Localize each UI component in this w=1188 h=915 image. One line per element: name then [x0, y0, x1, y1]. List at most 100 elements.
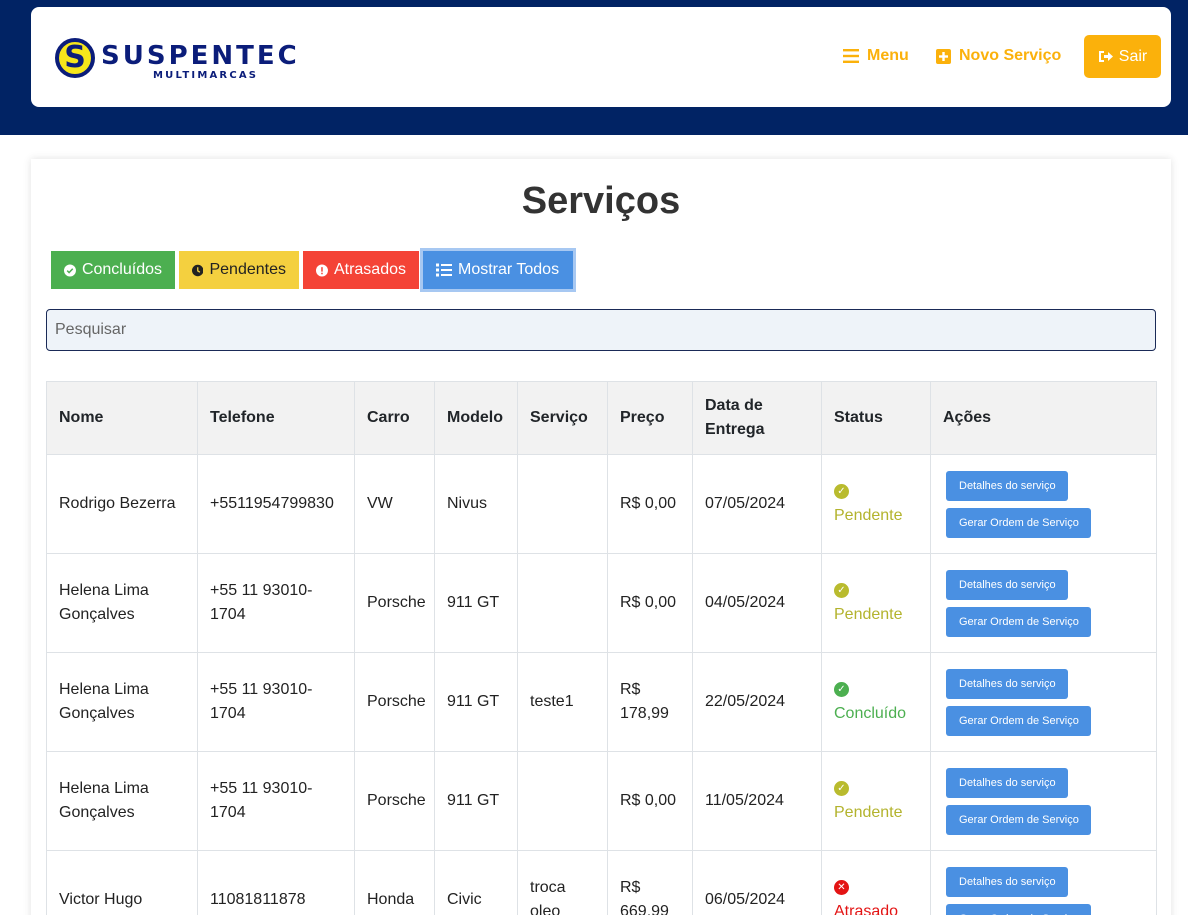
table-row: Helena Lima Gonçalves +55 11 93010-1704 …	[46, 751, 1157, 851]
status-label: Pendente	[834, 606, 903, 623]
header-telefone: Telefone	[197, 381, 355, 455]
cell-acoes: Detalhes do serviço Gerar Ordem de Servi…	[930, 454, 1157, 554]
clock-icon	[192, 264, 204, 276]
header-modelo: Modelo	[434, 381, 518, 455]
service-details-button[interactable]: Detalhes do serviço	[946, 767, 1068, 798]
status-filters: Concluídos Pendentes Atrasados Mostrar T…	[51, 251, 573, 289]
plus-square-icon	[936, 48, 951, 64]
header-nome: Nome	[46, 381, 198, 455]
cell-status: ✓ Pendente	[821, 751, 931, 851]
service-details-button[interactable]: Detalhes do serviço	[946, 569, 1068, 600]
list-icon	[436, 263, 452, 277]
generate-order-button[interactable]: Gerar Ordem de Serviço	[946, 507, 1091, 538]
cell-modelo: Nivus	[434, 454, 518, 554]
cell-modelo: 911 GT	[434, 751, 518, 851]
cell-preco: R$ 178,99	[607, 652, 693, 752]
header-data-entrega: Data de Entrega	[692, 381, 822, 455]
cell-servico	[517, 553, 608, 653]
logout-button[interactable]: Sair	[1084, 35, 1161, 78]
check-circle-icon: ✓	[834, 583, 849, 599]
services-table: Nome Telefone Carro Modelo Serviço Preço…	[46, 381, 1157, 915]
cell-carro: Porsche	[354, 652, 435, 752]
filter-all-label: Mostrar Todos	[458, 261, 560, 278]
check-circle-icon: ✓	[834, 484, 849, 500]
cell-nome: Victor Hugo	[46, 850, 198, 915]
cell-modelo: Civic	[434, 850, 518, 915]
cell-data-entrega: 22/05/2024	[692, 652, 822, 752]
cell-carro: VW	[354, 454, 435, 554]
cell-telefone: 11081811878	[197, 850, 355, 915]
filter-late-label: Atrasados	[333, 261, 406, 278]
filter-all-button[interactable]: Mostrar Todos	[423, 251, 573, 289]
check-circle-icon	[64, 264, 76, 276]
logo-mark: S	[55, 38, 95, 78]
check-circle-icon: ✓	[834, 682, 849, 698]
services-card: Serviços Concluídos Pendentes Atrasados …	[31, 159, 1171, 915]
cell-servico	[517, 454, 608, 554]
cell-servico	[517, 751, 608, 851]
cell-status: ✓ Concluído	[821, 652, 931, 752]
cell-preco: R$ 0,00	[607, 553, 693, 653]
filter-done-label: Concluídos	[81, 261, 162, 278]
table-header-row: Nome Telefone Carro Modelo Serviço Preço…	[46, 381, 1157, 455]
header-servico: Serviço	[517, 381, 608, 455]
cell-nome: Rodrigo Bezerra	[46, 454, 198, 554]
header-preco: Preço	[607, 381, 693, 455]
x-circle-icon: ✕	[834, 880, 849, 896]
table-row: Rodrigo Bezerra +5511954799830 VW Nivus …	[46, 454, 1157, 554]
service-details-button[interactable]: Detalhes do serviço	[946, 470, 1068, 501]
cell-data-entrega: 11/05/2024	[692, 751, 822, 851]
generate-order-button[interactable]: Gerar Ordem de Serviço	[946, 804, 1091, 835]
cell-modelo: 911 GT	[434, 553, 518, 653]
page-title: Serviços	[521, 180, 681, 222]
search-input[interactable]	[46, 309, 1156, 351]
header-carro: Carro	[354, 381, 435, 455]
cell-acoes: Detalhes do serviço Gerar Ordem de Servi…	[930, 652, 1157, 752]
cell-telefone: +5511954799830	[197, 454, 355, 554]
cell-nome: Helena Lima Gonçalves	[46, 553, 198, 653]
cell-preco: R$ 0,00	[607, 454, 693, 554]
cell-carro: Porsche	[354, 553, 435, 653]
filter-pending-label: Pendentes	[209, 261, 286, 278]
cell-acoes: Detalhes do serviço Gerar Ordem de Servi…	[930, 850, 1157, 915]
navbar: S SUSPENTEC MULTIMARCAS Menu Novo Serviç…	[31, 7, 1171, 107]
cell-telefone: +55 11 93010-1704	[197, 751, 355, 851]
filter-pending-button[interactable]: Pendentes	[179, 251, 299, 289]
status-label: Concluído	[834, 705, 907, 722]
table-row: Victor Hugo 11081811878 Honda Civic troc…	[46, 850, 1157, 915]
filter-done-button[interactable]: Concluídos	[51, 251, 175, 289]
header-acoes: Ações	[930, 381, 1157, 455]
brand-subtitle: MULTIMARCAS	[153, 70, 259, 81]
new-service-label: Novo Serviço	[959, 47, 1062, 64]
filter-late-button[interactable]: Atrasados	[303, 251, 419, 289]
cell-nome: Helena Lima Gonçalves	[46, 751, 198, 851]
service-details-button[interactable]: Detalhes do serviço	[946, 668, 1068, 699]
header-status: Status	[821, 381, 931, 455]
cell-acoes: Detalhes do serviço Gerar Ordem de Servi…	[930, 553, 1157, 653]
status-label: Atrasado	[834, 903, 899, 915]
menu-label: Menu	[867, 47, 909, 64]
menu-link[interactable]: Menu	[843, 45, 909, 67]
brand-logo[interactable]: S SUSPENTEC MULTIMARCAS	[55, 38, 297, 86]
cell-telefone: +55 11 93010-1704	[197, 553, 355, 653]
cell-data-entrega: 07/05/2024	[692, 454, 822, 554]
cell-preco: R$ 669,99	[607, 850, 693, 915]
service-details-button[interactable]: Detalhes do serviço	[946, 866, 1068, 897]
cell-modelo: 911 GT	[434, 652, 518, 752]
exclamation-circle-icon	[316, 264, 328, 276]
generate-order-button[interactable]: Gerar Ordem de Serviço	[946, 606, 1091, 637]
cell-status: ✓ Pendente	[821, 553, 931, 653]
new-service-link[interactable]: Novo Serviço	[936, 45, 1061, 67]
cell-data-entrega: 06/05/2024	[692, 850, 822, 915]
generate-order-button[interactable]: Gerar Ordem de Serviço	[946, 705, 1091, 736]
generate-order-button[interactable]: Gerar Ordem de Serviço	[946, 903, 1091, 915]
menu-icon	[843, 49, 859, 63]
brand-name: SUSPENTEC	[101, 41, 300, 71]
cell-carro: Honda	[354, 850, 435, 915]
cell-status: ✓ Pendente	[821, 454, 931, 554]
cell-data-entrega: 04/05/2024	[692, 553, 822, 653]
cell-acoes: Detalhes do serviço Gerar Ordem de Servi…	[930, 751, 1157, 851]
cell-status: ✕ Atrasado	[821, 850, 931, 915]
cell-telefone: +55 11 93010-1704	[197, 652, 355, 752]
cell-nome: Helena Lima Gonçalves	[46, 652, 198, 752]
